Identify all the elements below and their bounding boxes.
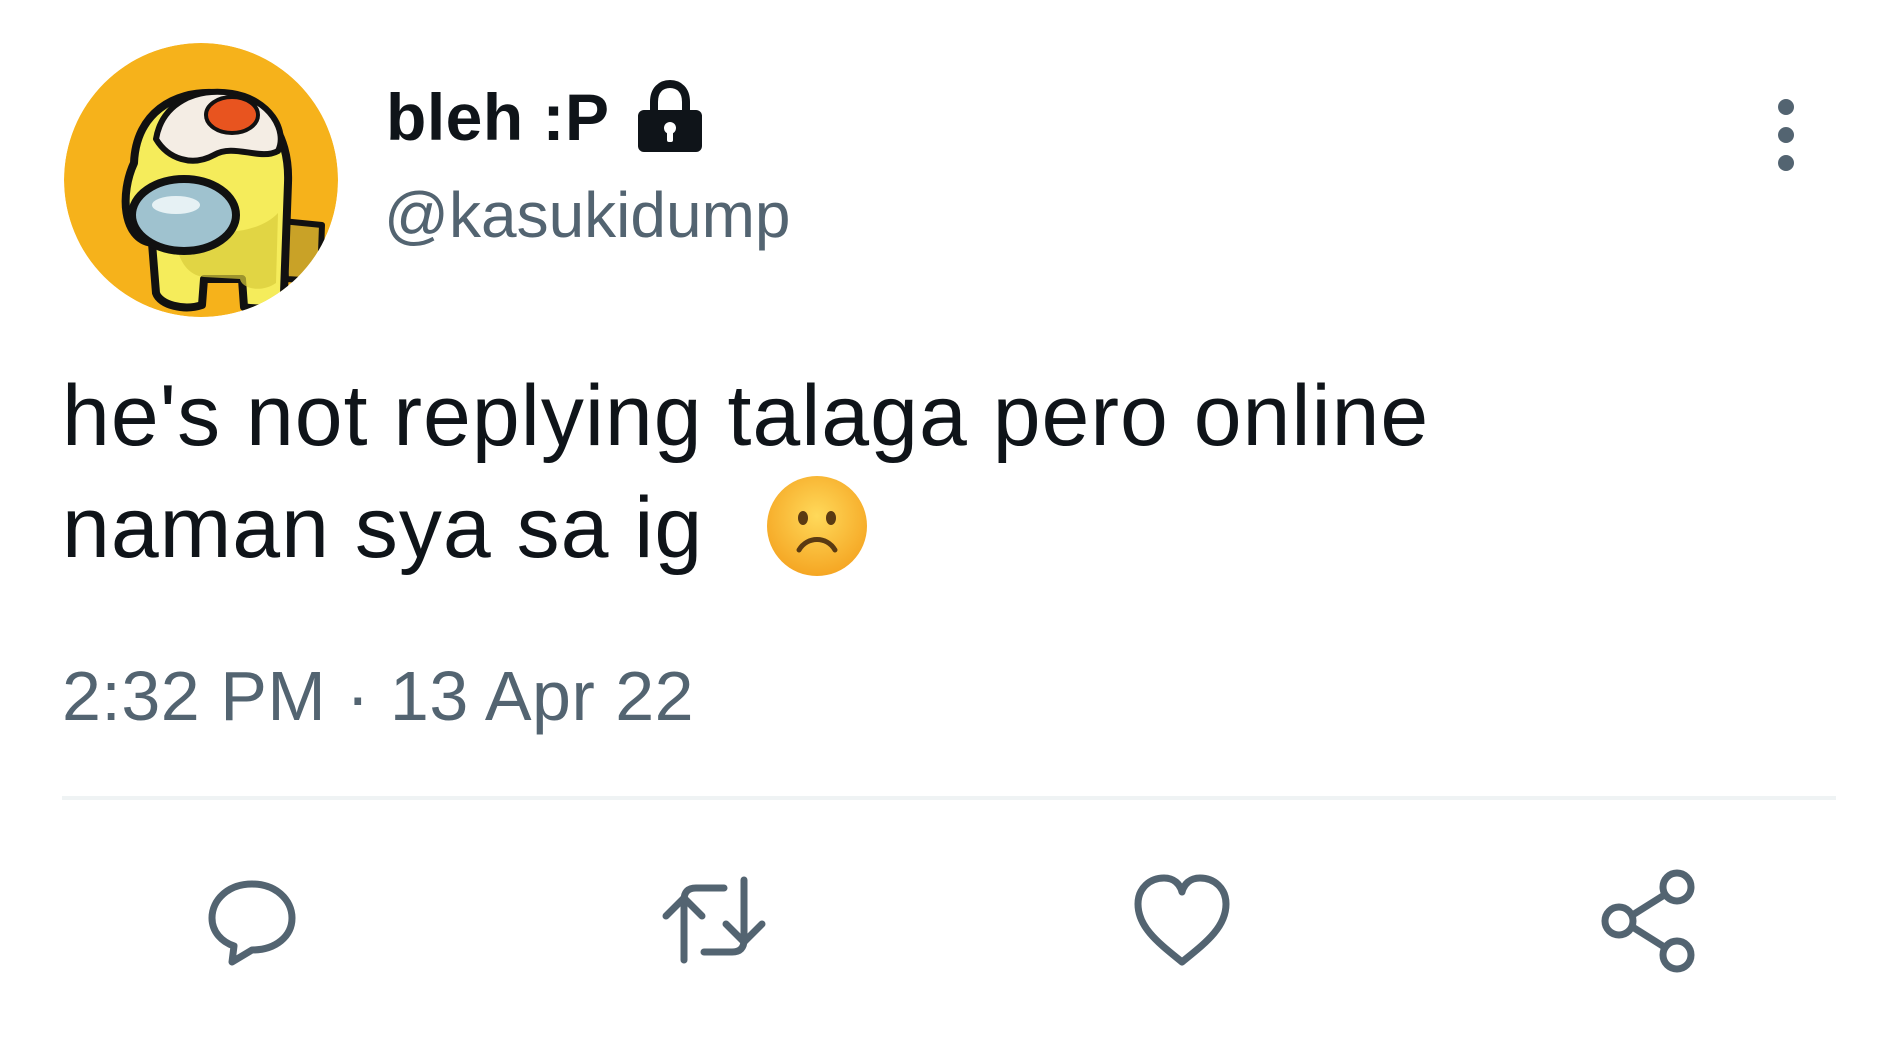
author-handle[interactable]: @kasukidump (384, 178, 790, 252)
action-bar (0, 860, 1887, 980)
tweet-time: 2:32 PM (62, 657, 327, 735)
reply-button[interactable] (192, 860, 312, 980)
avatar[interactable] (64, 43, 338, 317)
like-button[interactable] (1122, 860, 1242, 980)
divider (62, 796, 1836, 800)
tweet-text-line-with-emoji: naman sya sa ig (62, 472, 1762, 586)
tweet-text: he's not replying talaga pero online nam… (62, 360, 1762, 586)
heart-icon (1134, 874, 1230, 966)
timestamp-separator: · (346, 657, 370, 735)
author-row: bleh :P (386, 78, 708, 156)
reply-icon (208, 880, 296, 966)
share-button[interactable] (1590, 860, 1710, 980)
tweet-text-line: naman sya sa ig (62, 480, 704, 576)
tweet-timestamp[interactable]: 2:32 PM · 13 Apr 22 (62, 656, 694, 736)
tweet-text-line: he's not replying talaga pero online (62, 368, 1430, 464)
lock-icon (637, 79, 702, 152)
more-options-icon[interactable] (1756, 95, 1816, 175)
tweet-date: 13 Apr 22 (389, 657, 695, 735)
retweet-button[interactable] (654, 860, 774, 980)
retweet-icon (662, 876, 766, 964)
crewmate-avatar-image (64, 43, 338, 317)
share-icon (1601, 869, 1695, 973)
frowning-face-emoji (767, 476, 868, 577)
tweet: bleh :P @kasukidump he's not replying ta… (0, 0, 1887, 1037)
display-name[interactable]: bleh :P (386, 79, 610, 155)
